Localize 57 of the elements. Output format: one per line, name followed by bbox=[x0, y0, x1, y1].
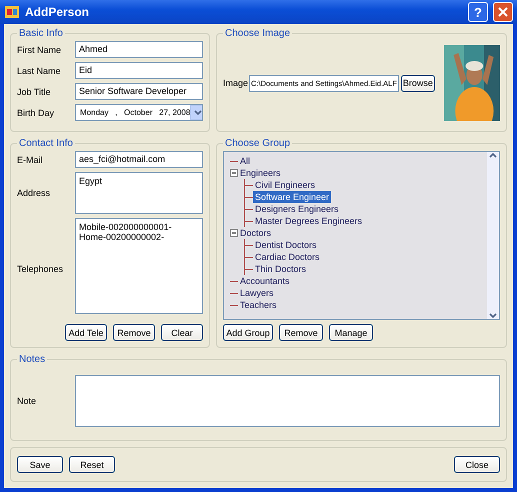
group-title: Notes bbox=[18, 354, 46, 365]
tree-item[interactable]: Master Degrees Engineers bbox=[253, 215, 364, 227]
tree-item[interactable]: Accountants bbox=[238, 275, 292, 287]
text-field[interactable]: Senior Software Developer bbox=[75, 83, 203, 100]
action-button[interactable]: Add Group bbox=[223, 324, 273, 341]
chevron-up-icon bbox=[489, 152, 497, 158]
collapse-icon[interactable] bbox=[230, 229, 238, 237]
tree-item[interactable]: All bbox=[238, 155, 252, 167]
action-button[interactable]: Manage bbox=[329, 324, 373, 341]
browse-button[interactable]: Browse bbox=[400, 74, 435, 92]
group-title: Choose Image bbox=[224, 28, 292, 39]
tree-item[interactable]: Lawyers bbox=[238, 287, 276, 299]
action-button[interactable]: Clear bbox=[161, 324, 203, 341]
tree-item[interactable]: Civil Engineers bbox=[253, 179, 318, 191]
field-label: Telephones bbox=[17, 264, 64, 274]
field-label: E-Mail bbox=[17, 154, 44, 164]
app-icon bbox=[4, 4, 20, 20]
chevron-down-icon bbox=[194, 110, 202, 116]
tree-item[interactable]: Thin Doctors bbox=[253, 263, 308, 275]
footer-button[interactable]: Save bbox=[17, 456, 63, 473]
field-label: Address bbox=[17, 188, 52, 198]
group-title: Contact Info bbox=[18, 138, 74, 149]
action-button[interactable]: Remove bbox=[279, 324, 323, 341]
tree-item[interactable]: Doctors bbox=[238, 227, 274, 239]
collapse-icon[interactable] bbox=[230, 169, 238, 177]
close-button[interactable] bbox=[493, 2, 513, 22]
address-field[interactable]: Egypt bbox=[75, 172, 203, 214]
date-picker[interactable]: Monday , October 27, 2008 bbox=[75, 104, 203, 121]
group-title: Basic Info bbox=[18, 28, 64, 39]
help-button[interactable]: ? bbox=[468, 2, 488, 22]
tree-item[interactable]: Dentist Doctors bbox=[253, 239, 319, 251]
tree-item[interactable]: Designers Engineers bbox=[253, 203, 341, 215]
telephones-list[interactable]: Mobile-002000000001- Home-00200000002- bbox=[75, 218, 203, 314]
field-label: Last Name bbox=[17, 66, 62, 76]
tree-item[interactable]: Teachers bbox=[238, 299, 279, 311]
field-label: Note bbox=[17, 396, 38, 406]
email-field[interactable]: aes_fci@hotmail.com bbox=[75, 151, 203, 168]
action-button[interactable]: Remove bbox=[113, 324, 155, 341]
group-title: Choose Group bbox=[224, 138, 292, 149]
chevron-down-icon bbox=[489, 313, 497, 319]
footer-button[interactable]: Reset bbox=[69, 456, 115, 473]
note-field[interactable] bbox=[75, 374, 500, 426]
field-label: Birth Day bbox=[17, 108, 56, 118]
window-title: AddPerson bbox=[25, 5, 90, 19]
field-label: Image bbox=[223, 78, 247, 88]
text-field[interactable]: Ahmed bbox=[75, 41, 203, 58]
scrollbar[interactable] bbox=[487, 152, 499, 319]
action-button[interactable]: Add Tele bbox=[65, 324, 107, 341]
text-field[interactable]: Eid bbox=[75, 62, 203, 79]
tree-item[interactable]: Cardiac Doctors bbox=[253, 251, 322, 263]
group-tree[interactable]: All Engineers Civil Engineers Software Engineer Designers Engineers Master Degrees Engineers Doctors Dentist Doctors Cardiac Doctors Thin Doctors Accountants Lawyers Teachers bbox=[223, 151, 500, 320]
field-label: First Name bbox=[17, 44, 62, 54]
tree-item[interactable]: Software Engineer bbox=[253, 191, 332, 203]
field-label: Job Title bbox=[17, 86, 52, 96]
footer-button[interactable]: Close bbox=[454, 456, 500, 473]
close-icon bbox=[498, 7, 508, 17]
tree-item[interactable]: Engineers bbox=[238, 167, 283, 179]
